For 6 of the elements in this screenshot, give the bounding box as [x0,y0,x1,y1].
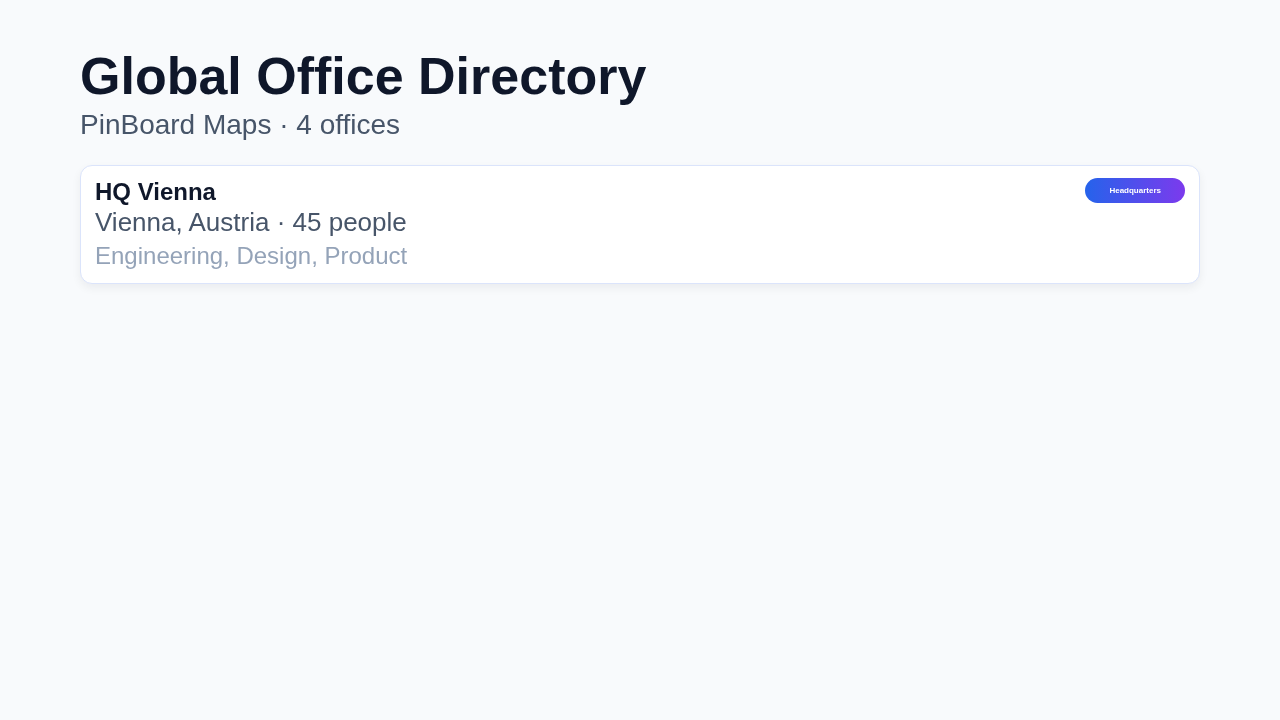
office-location: Vienna, Austria · 45 people [95,205,408,239]
page-title: Global Office Directory [80,48,648,106]
office-badge: Headquarters [1085,178,1185,204]
page-subtitle: PinBoard Maps · 4 offices [80,109,402,142]
office-teams: Engineering, Design, Product [95,240,408,271]
office-name: HQ Vienna [95,178,217,206]
